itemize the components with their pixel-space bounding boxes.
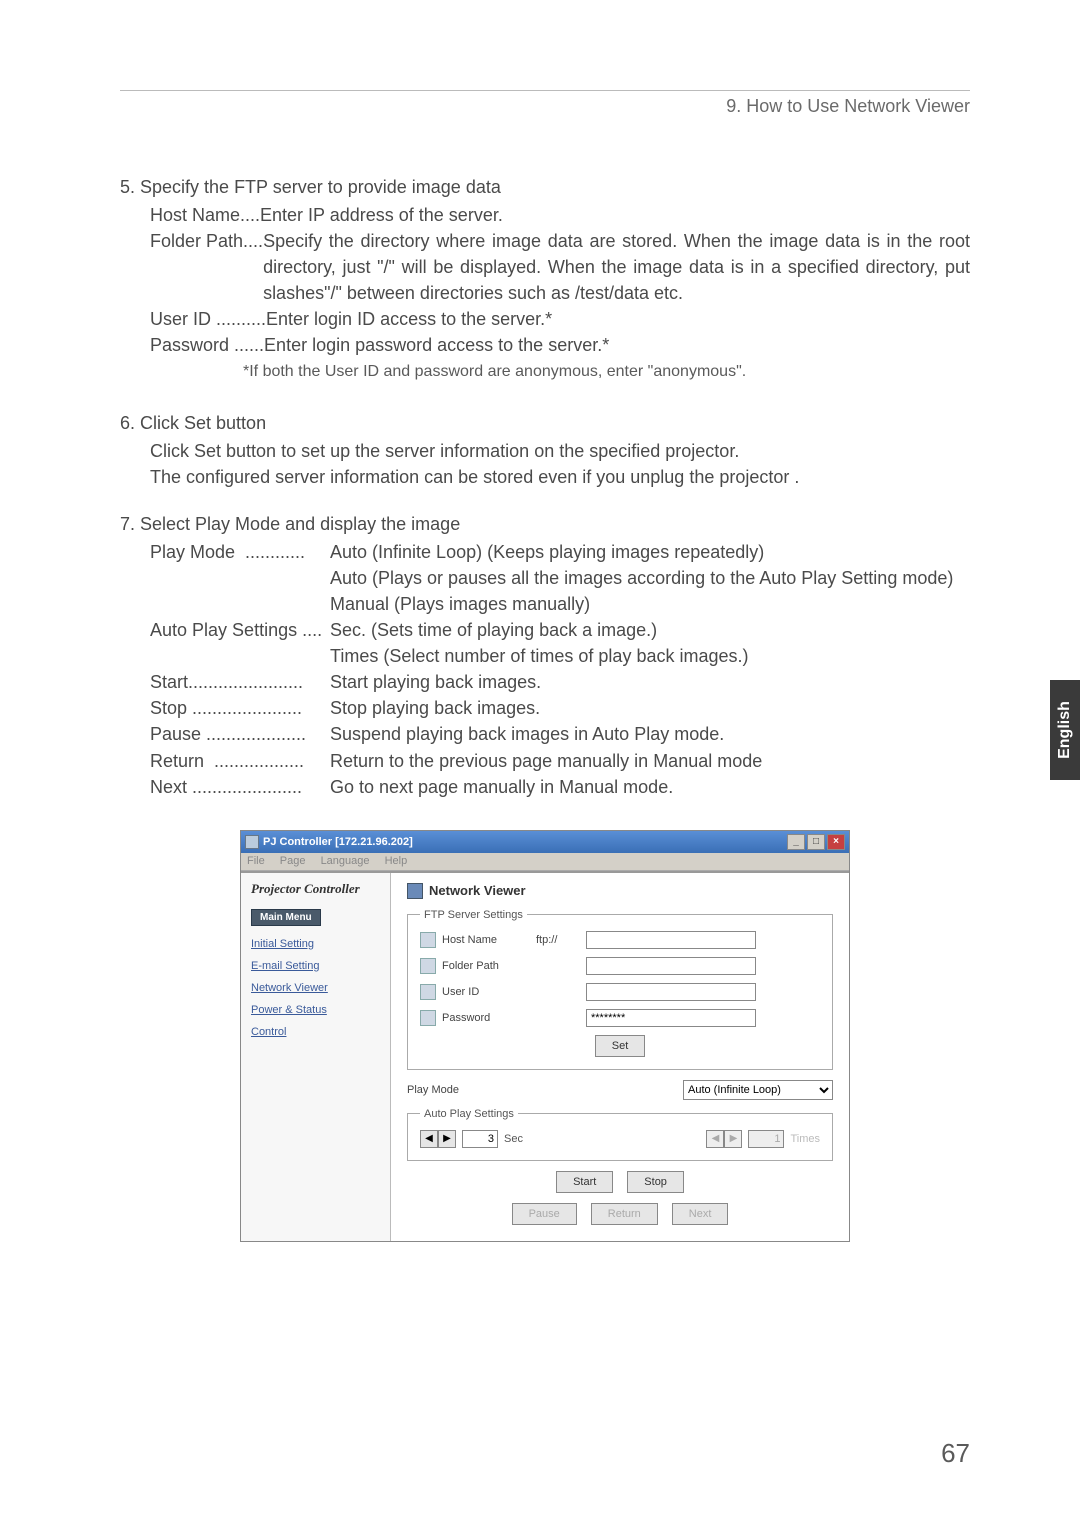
s7-r5-val: Start playing back images. bbox=[330, 669, 970, 695]
step5-title: 5. Specify the FTP server to provide ima… bbox=[120, 177, 970, 198]
user-input[interactable] bbox=[586, 983, 756, 1001]
s7-r4-val: Times (Select number of times of play ba… bbox=[330, 643, 970, 669]
host-input[interactable] bbox=[586, 931, 756, 949]
set-button[interactable]: Set bbox=[595, 1035, 646, 1057]
step5-folder-label: Folder Path.... bbox=[150, 228, 263, 254]
s7-r3-lbl: Auto Play Settings .... bbox=[150, 617, 330, 643]
stop-button[interactable]: Stop bbox=[627, 1171, 684, 1193]
s7-r5-lbl: Start....................... bbox=[150, 669, 330, 695]
sidebar-link-network-viewer[interactable]: Network Viewer bbox=[251, 982, 380, 994]
sidebar-title: Projector Controller bbox=[251, 881, 380, 897]
folder-input[interactable] bbox=[586, 957, 756, 975]
times-unit: Times bbox=[790, 1133, 820, 1145]
s7-r0-val: Auto (Infinite Loop) (Keeps playing imag… bbox=[330, 539, 970, 565]
header-divider bbox=[120, 90, 970, 91]
ftp-settings-legend: FTP Server Settings bbox=[420, 909, 527, 921]
content-title: Network Viewer bbox=[429, 883, 526, 898]
step6-line1: Click Set button to set up the server in… bbox=[150, 438, 970, 464]
menubar: File Page Language Help bbox=[241, 853, 849, 871]
sec-stepper[interactable]: ◀ ▶ bbox=[420, 1130, 456, 1148]
step5-host-desc: Enter IP address of the server. bbox=[260, 202, 970, 228]
times-stepper-next: ▶ bbox=[724, 1130, 742, 1148]
menu-page[interactable]: Page bbox=[280, 855, 306, 867]
content-panel: Network Viewer FTP Server Settings Host … bbox=[391, 873, 849, 1241]
user-icon bbox=[420, 984, 436, 1000]
next-button[interactable]: Next bbox=[672, 1203, 729, 1225]
password-input[interactable] bbox=[586, 1009, 756, 1027]
step7-title: 7. Select Play Mode and display the imag… bbox=[120, 514, 970, 535]
auto-play-settings-group: Auto Play Settings ◀ ▶ Sec ◀ bbox=[407, 1108, 833, 1161]
start-button[interactable]: Start bbox=[556, 1171, 613, 1193]
sec-value-input[interactable] bbox=[462, 1130, 498, 1148]
s7-r8-val: Return to the previous page manually in … bbox=[330, 748, 970, 774]
times-stepper-prev: ◀ bbox=[706, 1130, 724, 1148]
main-menu-button[interactable]: Main Menu bbox=[251, 909, 321, 926]
window-title: PJ Controller [172.21.96.202] bbox=[263, 836, 413, 848]
folder-label: Folder Path bbox=[442, 960, 530, 972]
minimize-button[interactable]: _ bbox=[787, 834, 805, 850]
times-stepper: ◀ ▶ bbox=[706, 1130, 742, 1148]
page-number: 67 bbox=[941, 1438, 970, 1469]
menu-language[interactable]: Language bbox=[321, 855, 370, 867]
menu-file[interactable]: File bbox=[247, 855, 265, 867]
s7-r0-lbl: Play Mode ............ bbox=[150, 539, 330, 565]
times-value-input bbox=[748, 1130, 784, 1148]
step5-pass-desc: Enter login password access to the serve… bbox=[264, 332, 970, 358]
user-label: User ID bbox=[442, 986, 530, 998]
s7-r6-lbl: Stop ...................... bbox=[150, 695, 330, 721]
s7-r8-lbl: Return .................. bbox=[150, 748, 330, 774]
step5-body: Host Name.... Enter IP address of the se… bbox=[150, 202, 970, 359]
s7-r6-val: Stop playing back images. bbox=[330, 695, 970, 721]
sidebar-link-power-status[interactable]: Power & Status bbox=[251, 1004, 380, 1016]
s7-r3-val: Sec. (Sets time of playing back a image.… bbox=[330, 617, 970, 643]
sidebar-link-email[interactable]: E-mail Setting bbox=[251, 960, 380, 972]
pause-button[interactable]: Pause bbox=[512, 1203, 577, 1225]
s7-r1-val: Auto (Plays or pauses all the images acc… bbox=[330, 565, 970, 591]
network-viewer-icon bbox=[407, 883, 423, 899]
password-label: Password bbox=[442, 1012, 530, 1024]
step5-user-desc: Enter login ID access to the server.* bbox=[266, 306, 970, 332]
sec-stepper-next[interactable]: ▶ bbox=[438, 1130, 456, 1148]
return-button[interactable]: Return bbox=[591, 1203, 658, 1225]
s7-r9-val: Go to next page manually in Manual mode. bbox=[330, 774, 970, 800]
aps-legend: Auto Play Settings bbox=[420, 1108, 518, 1120]
step5-note: *If both the User ID and password are an… bbox=[243, 363, 970, 381]
step5-folder-desc: Specify the directory where image data a… bbox=[263, 228, 970, 306]
app-icon bbox=[245, 835, 259, 849]
play-mode-label: Play Mode bbox=[407, 1084, 683, 1096]
window-titlebar[interactable]: PJ Controller [172.21.96.202] _ □ × bbox=[241, 831, 849, 853]
s7-r2-val: Manual (Plays images manually) bbox=[330, 591, 970, 617]
pj-controller-window: PJ Controller [172.21.96.202] _ □ × File… bbox=[240, 830, 850, 1242]
step6-title: 6. Click Set button bbox=[120, 413, 970, 434]
header-section-title: 9. How to Use Network Viewer bbox=[120, 96, 970, 117]
sec-stepper-prev[interactable]: ◀ bbox=[420, 1130, 438, 1148]
s7-r7-val: Suspend playing back images in Auto Play… bbox=[330, 721, 970, 747]
password-icon bbox=[420, 1010, 436, 1026]
s7-r7-lbl: Pause .................... bbox=[150, 721, 330, 747]
host-prefix: ftp:// bbox=[536, 934, 580, 946]
sec-unit: Sec bbox=[504, 1133, 523, 1145]
s7-r9-lbl: Next ...................... bbox=[150, 774, 330, 800]
step7-body: Play Mode ............Auto (Infinite Loo… bbox=[150, 539, 970, 800]
host-icon bbox=[420, 932, 436, 948]
play-mode-select[interactable]: Auto (Infinite Loop) bbox=[683, 1080, 833, 1100]
host-label: Host Name bbox=[442, 934, 530, 946]
step6-body: Click Set button to set up the server in… bbox=[150, 438, 970, 490]
step5-host-label: Host Name.... bbox=[150, 202, 260, 228]
sidebar-link-control[interactable]: Control bbox=[251, 1026, 380, 1038]
ftp-settings-group: FTP Server Settings Host Name ftp:// Fol… bbox=[407, 909, 833, 1070]
folder-icon bbox=[420, 958, 436, 974]
step6-line2: The configured server information can be… bbox=[150, 464, 970, 490]
language-side-tab: English bbox=[1050, 680, 1080, 780]
sidebar-link-initial[interactable]: Initial Setting bbox=[251, 938, 380, 950]
close-button[interactable]: × bbox=[827, 834, 845, 850]
language-side-tab-label: English bbox=[1056, 701, 1074, 759]
menu-help[interactable]: Help bbox=[385, 855, 408, 867]
sidebar: Projector Controller Main Menu Initial S… bbox=[241, 873, 391, 1241]
step5-user-label: User ID .......... bbox=[150, 306, 266, 332]
step5-pass-label: Password ...... bbox=[150, 332, 264, 358]
maximize-button[interactable]: □ bbox=[807, 834, 825, 850]
